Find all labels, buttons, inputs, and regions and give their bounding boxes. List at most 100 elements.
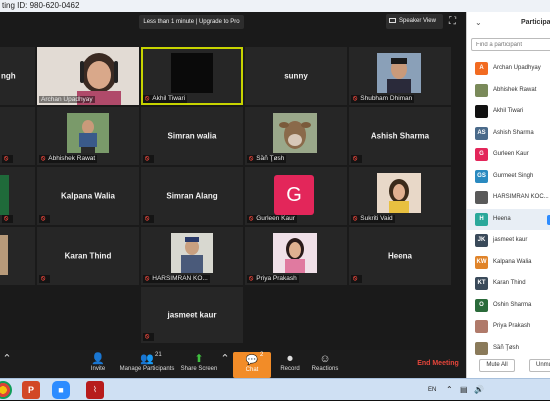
muted-mic-icon: ⦸ xyxy=(249,155,254,162)
participant-avatar xyxy=(475,83,488,97)
participant-avatar: AS xyxy=(475,126,488,140)
tile-name: ngh xyxy=(1,71,16,81)
manage-participants-button[interactable]: 👥 Manage Participants xyxy=(116,350,178,378)
network-icon[interactable]: ▤ xyxy=(460,379,468,401)
tile-name: Heena xyxy=(387,251,412,261)
participant-row[interactable]: JK jasmeet kaur xyxy=(467,230,550,252)
mute-all-button[interactable]: Mute All xyxy=(479,359,515,372)
video-tile[interactable]: ⦸ Sukriti Vaid xyxy=(349,167,451,225)
speaker-view-label: Speaker View xyxy=(399,18,436,24)
unmute-all-button[interactable]: Unmu xyxy=(529,359,550,372)
participant-row[interactable]: GS Gurmeet Singh xyxy=(467,166,550,188)
participant-count: 21 xyxy=(155,352,162,358)
tile-caption: ⦸ xyxy=(143,215,155,223)
participant-row[interactable]: H Heena xyxy=(467,208,550,230)
chrome-icon[interactable] xyxy=(0,381,12,399)
participant-photo xyxy=(67,113,109,153)
chat-button[interactable]: 💬 Chat xyxy=(233,352,271,378)
video-tile-active-speaker[interactable]: ⦸ Akhil Tiwari xyxy=(141,47,243,105)
participant-avatar: O xyxy=(475,298,488,312)
video-tile[interactable]: Ashish Sharma ⦸ xyxy=(349,107,451,165)
video-tile[interactable]: Archan Upadhyay xyxy=(37,47,139,105)
panel-title: Participants xyxy=(521,19,550,26)
participant-row[interactable]: AS Ashish Sharma xyxy=(467,123,550,145)
participant-row[interactable]: Priya Prakash xyxy=(467,316,550,338)
video-tile[interactable]: ⦸ Priya Prakash xyxy=(245,227,347,285)
participant-name: Ashish Sharma xyxy=(493,129,534,136)
record-icon: ⏺ xyxy=(287,353,293,365)
participant-avatar: A xyxy=(475,62,488,75)
participant-row[interactable]: KT Karan Thind xyxy=(467,273,550,295)
video-tile[interactable]: Karan Thind ⦸ xyxy=(37,227,139,285)
reactions-icon: ☺ xyxy=(319,353,331,365)
tile-name: Karan Thind xyxy=(64,251,112,261)
participant-photo xyxy=(273,113,317,153)
powerpoint-icon[interactable]: P xyxy=(22,381,40,399)
participant-row[interactable]: O Oshin Sharma xyxy=(467,295,550,317)
participant-photo xyxy=(171,233,213,273)
language-indicator[interactable]: EN xyxy=(428,379,436,401)
participant-photo xyxy=(0,235,8,275)
speaker-view-button[interactable]: Speaker View xyxy=(386,14,443,29)
share-screen-icon: ⬆ xyxy=(194,353,204,365)
participant-row[interactable]: G Gurleen Kaur xyxy=(467,144,550,166)
participant-row[interactable]: Abhishek Rawat xyxy=(467,80,550,102)
video-tile[interactable]: Heena ⦸ xyxy=(349,227,451,285)
tile-caption: ⦸ xyxy=(143,155,155,163)
video-tile[interactable]: ⦸ xyxy=(0,167,35,225)
video-tile[interactable]: jasmeet kaur ⦸ xyxy=(141,287,243,343)
participant-name: Karan Thind xyxy=(493,280,526,286)
participant-avatar: JK xyxy=(475,234,488,247)
pdf-reader-icon[interactable]: ⌇ xyxy=(86,381,104,399)
video-tile[interactable]: ⦸ Abhishek Rawat xyxy=(37,107,139,165)
tile-caption: ⦸ xyxy=(351,155,363,163)
share-screen-button[interactable]: ⬆ Share Screen xyxy=(180,350,218,378)
muted-mic-icon: ⦸ xyxy=(4,155,9,162)
tray-chevron-icon[interactable]: ⌃ xyxy=(446,379,453,401)
reactions-button[interactable]: ☺ Reactions xyxy=(308,350,342,378)
video-tile[interactable]: ngh xyxy=(0,47,35,105)
video-tile[interactable]: ⦸ HARSIMRAN KO... xyxy=(141,227,243,285)
participant-photo xyxy=(377,173,421,213)
participant-avatar: G xyxy=(274,175,314,215)
volume-icon[interactable]: 🔊 xyxy=(474,379,484,401)
video-tile[interactable]: Simran walia ⦸ xyxy=(141,107,243,165)
participant-row[interactable]: Sầñ Ţøsh xyxy=(467,338,550,360)
video-tile[interactable]: ⦸ xyxy=(0,107,35,165)
video-tile[interactable]: ⦸ Sầñ Ţøsh xyxy=(245,107,347,165)
tile-caption: ⦸ Priya Prakash xyxy=(247,275,299,283)
tile-name: jasmeet kaur xyxy=(167,310,217,320)
participant-name: Archan Upadhyay xyxy=(493,65,541,71)
participant-name: Gurleen Kaur xyxy=(493,151,529,157)
participant-avatar xyxy=(475,341,488,355)
video-tile[interactable]: ⦸ Shubham Dhiman xyxy=(349,47,451,105)
tile-caption: ⦸ Sukriti Vaid xyxy=(351,215,395,223)
invite-button[interactable]: 👤 Invite xyxy=(84,350,112,378)
audio-options-chevron-icon[interactable]: ⌃ xyxy=(0,350,14,378)
muted-mic-icon: ⦸ xyxy=(4,215,9,222)
participant-search-input[interactable] xyxy=(471,38,550,51)
participant-photo xyxy=(377,53,421,93)
tile-caption: ⦸ Gurleen Kaur xyxy=(247,215,297,223)
participant-row[interactable]: A Archan Upadhyay xyxy=(467,58,550,80)
muted-mic-icon: ⦸ xyxy=(145,155,150,162)
video-tile[interactable]: sunny xyxy=(245,47,347,105)
tile-caption: ⦸ Abhishek Rawat xyxy=(39,155,98,163)
participant-avatar: GS xyxy=(475,169,488,183)
tile-caption: ⦸ xyxy=(143,333,155,341)
share-options-chevron-icon[interactable]: ⌃ xyxy=(219,350,231,378)
record-button[interactable]: ⏺ Record xyxy=(276,350,304,378)
tile-caption: ⦸ Akhil Tiwari xyxy=(143,95,188,103)
upgrade-notice[interactable]: Less than 1 minute | Upgrade to Pro xyxy=(139,15,244,29)
participant-row[interactable]: HARSIMRAN KOC... xyxy=(467,187,550,209)
participant-row[interactable]: Akhil Tiwari xyxy=(467,101,550,123)
video-tile[interactable]: Kalpana Walia ⦸ xyxy=(37,167,139,225)
tile-name: Simran walia xyxy=(167,131,217,141)
muted-mic-icon: ⦸ xyxy=(145,215,150,222)
participant-row[interactable]: KW Kalpana Walia xyxy=(467,252,550,274)
video-tile[interactable]: Simran Alang ⦸ xyxy=(141,167,243,225)
video-tile[interactable] xyxy=(0,227,35,285)
end-meeting-button[interactable]: End Meeting xyxy=(410,350,466,378)
zoom-icon[interactable]: ■ xyxy=(52,381,70,399)
fullscreen-icon[interactable]: ⛶ xyxy=(449,14,461,29)
